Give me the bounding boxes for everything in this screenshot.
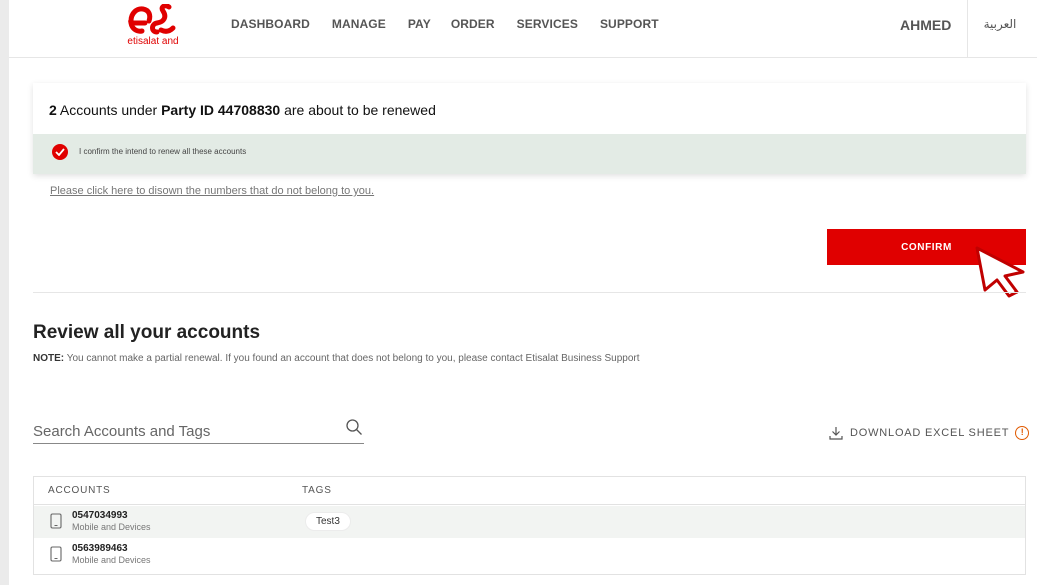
note-label: NOTE:: [33, 353, 65, 364]
mobile-device-icon: [50, 546, 62, 562]
table-row[interactable]: 0563989463 Mobile and Devices: [34, 539, 1025, 571]
renewal-title: 2 Accounts under Party ID 44708830 are a…: [49, 102, 436, 118]
search-box: [33, 418, 364, 444]
account-number: 0547034993: [72, 510, 128, 521]
title-part2: are about to be renewed: [280, 102, 436, 118]
column-tags: TAGS: [302, 485, 332, 496]
e-and-logo-icon: [128, 4, 176, 35]
download-label: DOWNLOAD EXCEL SHEET: [850, 427, 1010, 439]
renewal-card: 2 Accounts under Party ID 44708830 are a…: [33, 83, 1026, 174]
language-switch[interactable]: العربية: [975, 17, 1025, 31]
account-number: 0563989463: [72, 543, 128, 554]
nav-order[interactable]: ORDER: [451, 17, 495, 37]
nav-manage[interactable]: MANAGE: [332, 17, 386, 37]
accounts-table: ACCOUNTS TAGS 0547034993 Mobile and Devi…: [33, 476, 1026, 575]
disown-link[interactable]: Please click here to disown the numbers …: [50, 185, 374, 197]
review-note: NOTE: You cannot make a partial renewal.…: [33, 353, 640, 364]
user-menu[interactable]: AHMED: [900, 17, 951, 33]
header-divider: [967, 0, 968, 58]
party-id: Party ID 44708830: [161, 102, 281, 118]
account-type: Mobile and Devices: [72, 555, 151, 565]
search-input[interactable]: [33, 420, 323, 442]
logo-text: etisalat and: [127, 36, 179, 47]
note-text: You cannot make a partial renewal. If yo…: [64, 353, 640, 364]
section-divider: [33, 292, 1026, 293]
account-count: 2: [49, 102, 57, 118]
download-excel-button[interactable]: DOWNLOAD EXCEL SHEET !: [829, 425, 1030, 441]
confirm-checkbox-label: I confirm the intend to renew all these …: [79, 147, 247, 156]
search-icon[interactable]: [345, 418, 363, 436]
nav-pay[interactable]: PAY: [408, 17, 431, 37]
nav-dashboard[interactable]: DASHBOARD: [231, 17, 310, 37]
column-accounts: ACCOUNTS: [48, 485, 111, 496]
review-title: Review all your accounts: [33, 322, 261, 343]
info-icon[interactable]: !: [1015, 426, 1030, 440]
download-icon: [829, 427, 843, 440]
check-icon[interactable]: [52, 144, 68, 160]
mobile-device-icon: [50, 513, 62, 529]
etisalat-logo[interactable]: etisalat and: [113, 4, 193, 54]
nav-support[interactable]: SUPPORT: [600, 17, 659, 37]
table-row[interactable]: 0547034993 Mobile and Devices Test3: [34, 506, 1025, 538]
title-part1: Accounts under: [56, 102, 162, 118]
main-nav: DASHBOARD MANAGE PAY ORDER SERVICES SUPP…: [231, 17, 681, 37]
page: etisalat and DASHBOARD MANAGE PAY ORDER …: [9, 0, 1037, 585]
nav-services[interactable]: SERVICES: [517, 17, 578, 37]
tag-chip[interactable]: Test3: [305, 512, 351, 531]
table-header: ACCOUNTS TAGS: [34, 477, 1025, 505]
top-header: etisalat and DASHBOARD MANAGE PAY ORDER …: [9, 0, 1037, 58]
account-type: Mobile and Devices: [72, 522, 151, 532]
pointer-cursor-icon: [975, 246, 1025, 298]
